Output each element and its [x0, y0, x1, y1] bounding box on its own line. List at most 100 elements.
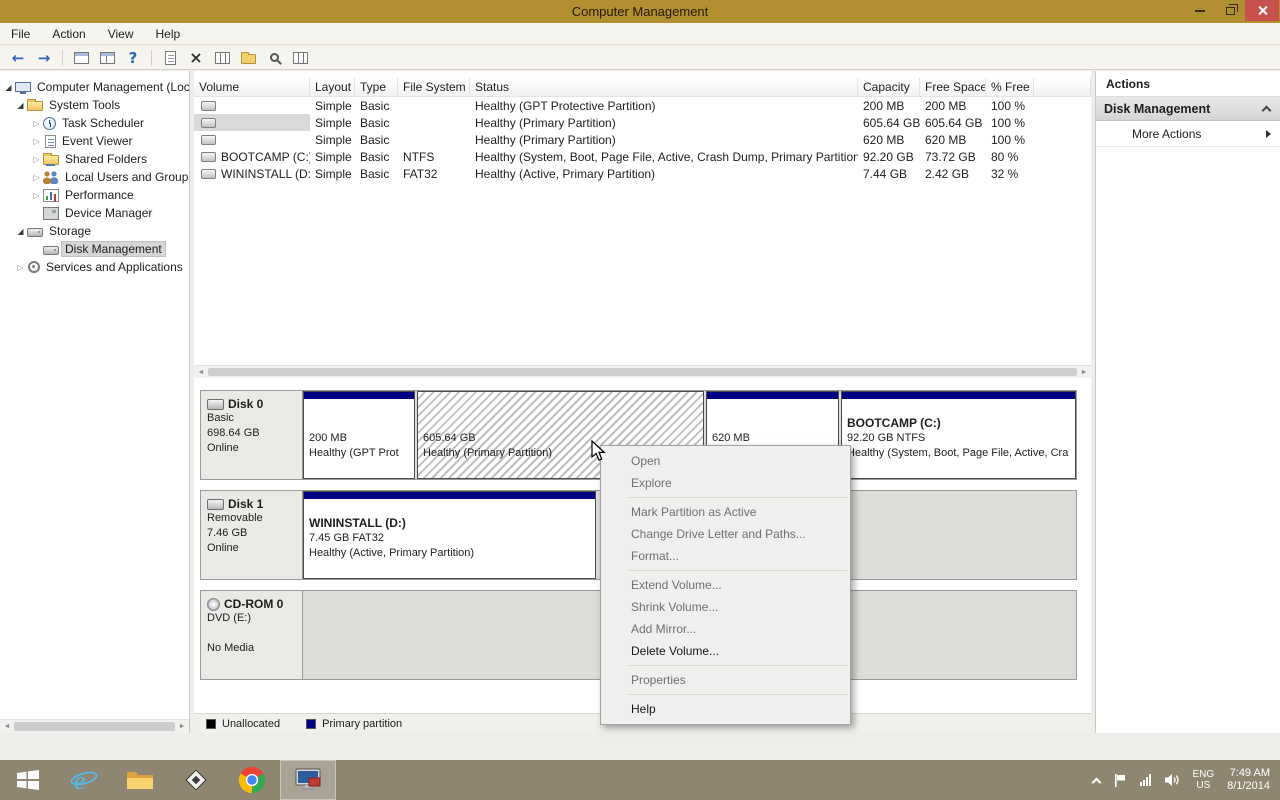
taskbar: e ENG US 7:49 AM 8/1/2014 [0, 760, 1280, 800]
column-header-layout[interactable]: Layout [310, 78, 355, 96]
close-button[interactable] [1245, 0, 1279, 21]
tree-item-task-scheduler[interactable]: Task Scheduler [0, 114, 189, 132]
legend-primary-partition: Primary partition [306, 718, 402, 730]
collapsed-arrow-icon[interactable] [14, 263, 27, 272]
titlebar[interactable]: Computer Management [0, 0, 1280, 23]
tree-horizontal-scrollbar[interactable] [0, 719, 189, 733]
help-icon[interactable] [121, 47, 145, 69]
column-header-filler [1034, 78, 1091, 96]
volume-row-wininstall[interactable]: WININSTALL (D:) Simple Basic FAT32 Healt… [194, 165, 1091, 182]
disk-view-icon[interactable] [288, 47, 312, 69]
diamond-app-icon [185, 769, 207, 791]
performance-icon [43, 188, 59, 202]
device-manager-icon [43, 206, 59, 220]
minimize-button[interactable] [1185, 0, 1215, 21]
volume-list-header: Volume Layout Type File System Status Ca… [194, 78, 1091, 97]
tray-language-indicator[interactable]: ENG US [1193, 769, 1215, 791]
find-icon[interactable] [262, 47, 286, 69]
disk-management-icon [43, 245, 59, 255]
scroll-right-arrow-icon[interactable] [175, 720, 189, 733]
tray-show-hidden-icons-icon[interactable] [1091, 777, 1101, 787]
column-header-file-system[interactable]: File System [398, 78, 470, 96]
more-actions-item[interactable]: More Actions [1096, 121, 1280, 147]
column-header-free-space[interactable]: Free Space [920, 78, 986, 96]
volume-icon [201, 117, 216, 128]
volume-row[interactable]: Simple Basic Healthy (GPT Protective Par… [194, 97, 1091, 114]
context-menu-add-mirror: Add Mirror... [631, 622, 697, 636]
column-header-type[interactable]: Type [355, 78, 398, 96]
column-header-capacity[interactable]: Capacity [858, 78, 920, 96]
scrollbar-thumb[interactable] [208, 368, 1077, 376]
partition-bootcamp[interactable]: BOOTCAMP (C:) 92.20 GB NTFS Healthy (Sys… [841, 391, 1076, 479]
delete-icon[interactable] [184, 47, 208, 69]
collapsed-arrow-icon[interactable] [30, 173, 43, 182]
context-menu-help[interactable]: Help [601, 698, 850, 720]
scrollbar-thumb[interactable] [14, 722, 175, 731]
volume-list-horizontal-scrollbar[interactable] [194, 365, 1091, 378]
storage-icon [27, 227, 43, 237]
windows-logo-icon [17, 770, 39, 790]
cdrom-0-label[interactable]: CD-ROM 0 DVD (E:) No Media [201, 591, 303, 679]
collapse-chevron-icon[interactable] [1261, 105, 1272, 115]
tray-volume-icon[interactable] [1164, 773, 1180, 787]
tree-item-local-users-and-groups[interactable]: Local Users and Groups [0, 168, 189, 186]
open-folder-icon[interactable] [236, 47, 260, 69]
context-menu-explore: Explore [631, 476, 672, 490]
tree-item-computer-management[interactable]: Computer Management (Local [0, 78, 189, 96]
column-header-volume[interactable]: Volume [194, 78, 310, 96]
tray-network-icon[interactable] [1139, 774, 1151, 786]
partition-context-menu: Open Explore Mark Partition as Active Ch… [600, 445, 851, 725]
tree-item-device-manager[interactable]: Device Manager [0, 204, 189, 222]
show-console-tree-icon[interactable] [69, 47, 93, 69]
tree-item-storage[interactable]: Storage [0, 222, 189, 240]
volume-row-selected[interactable]: Simple Basic Healthy (Primary Partition)… [194, 114, 1091, 131]
export-list-icon[interactable] [158, 47, 182, 69]
tree-item-services-and-applications[interactable]: Services and Applications [0, 258, 189, 276]
column-header-pct-free[interactable]: % Free [986, 78, 1034, 96]
collapsed-arrow-icon[interactable] [30, 137, 43, 146]
volume-row[interactable]: Simple Basic Healthy (Primary Partition)… [194, 131, 1091, 148]
start-button[interactable] [0, 760, 56, 800]
taskbar-file-explorer[interactable] [112, 760, 168, 800]
taskbar-app-diamond[interactable] [168, 760, 224, 800]
menu-file[interactable]: File [0, 27, 41, 41]
restore-button[interactable] [1215, 0, 1245, 21]
menu-view[interactable]: View [97, 27, 145, 41]
taskbar-internet-explorer[interactable]: e [56, 760, 112, 800]
disk-0-label[interactable]: Disk 0 Basic 698.64 GB Online [201, 391, 303, 479]
users-icon [43, 170, 59, 184]
expanded-arrow-icon[interactable] [2, 83, 15, 92]
disk-1-label[interactable]: Disk 1 Removable 7.46 GB Online [201, 491, 303, 579]
collapsed-arrow-icon[interactable] [30, 191, 43, 200]
menu-help[interactable]: Help [145, 27, 192, 41]
close-icon [1257, 5, 1268, 16]
actions-group-disk-management[interactable]: Disk Management [1096, 97, 1280, 121]
volume-row-bootcamp[interactable]: BOOTCAMP (C:) Simple Basic NTFS Healthy … [194, 148, 1091, 165]
expanded-arrow-icon[interactable] [14, 101, 27, 110]
partition-200mb[interactable]: 200 MB Healthy (GPT Prot [303, 391, 415, 479]
tree-item-event-viewer[interactable]: Event Viewer [0, 132, 189, 150]
tree-item-shared-folders[interactable]: Shared Folders [0, 150, 189, 168]
collapsed-arrow-icon[interactable] [30, 155, 43, 164]
context-menu-delete-volume[interactable]: Delete Volume... [601, 640, 850, 662]
split-pane-icon[interactable] [95, 47, 119, 69]
column-header-status[interactable]: Status [470, 78, 858, 96]
tray-clock[interactable]: 7:49 AM 8/1/2014 [1227, 767, 1270, 793]
context-menu-mark-partition-active: Mark Partition as Active [631, 505, 757, 519]
back-icon[interactable] [6, 47, 30, 69]
taskbar-chrome[interactable] [224, 760, 280, 800]
expanded-arrow-icon[interactable] [14, 227, 27, 236]
context-menu-open: Open [631, 454, 661, 468]
properties-list-icon[interactable] [210, 47, 234, 69]
volume-icon [201, 134, 216, 145]
scroll-left-arrow-icon[interactable] [0, 720, 14, 733]
tree-item-disk-management[interactable]: Disk Management [0, 240, 189, 258]
tree-item-performance[interactable]: Performance [0, 186, 189, 204]
forward-icon[interactable] [32, 47, 56, 69]
menu-action[interactable]: Action [41, 27, 96, 41]
tray-action-center-flag-icon[interactable] [1113, 773, 1127, 788]
tree-item-system-tools[interactable]: System Tools [0, 96, 189, 114]
taskbar-computer-management-active[interactable] [280, 760, 336, 800]
partition-wininstall[interactable]: WININSTALL (D:) 7.45 GB FAT32 Healthy (A… [303, 491, 596, 579]
collapsed-arrow-icon[interactable] [30, 119, 43, 128]
